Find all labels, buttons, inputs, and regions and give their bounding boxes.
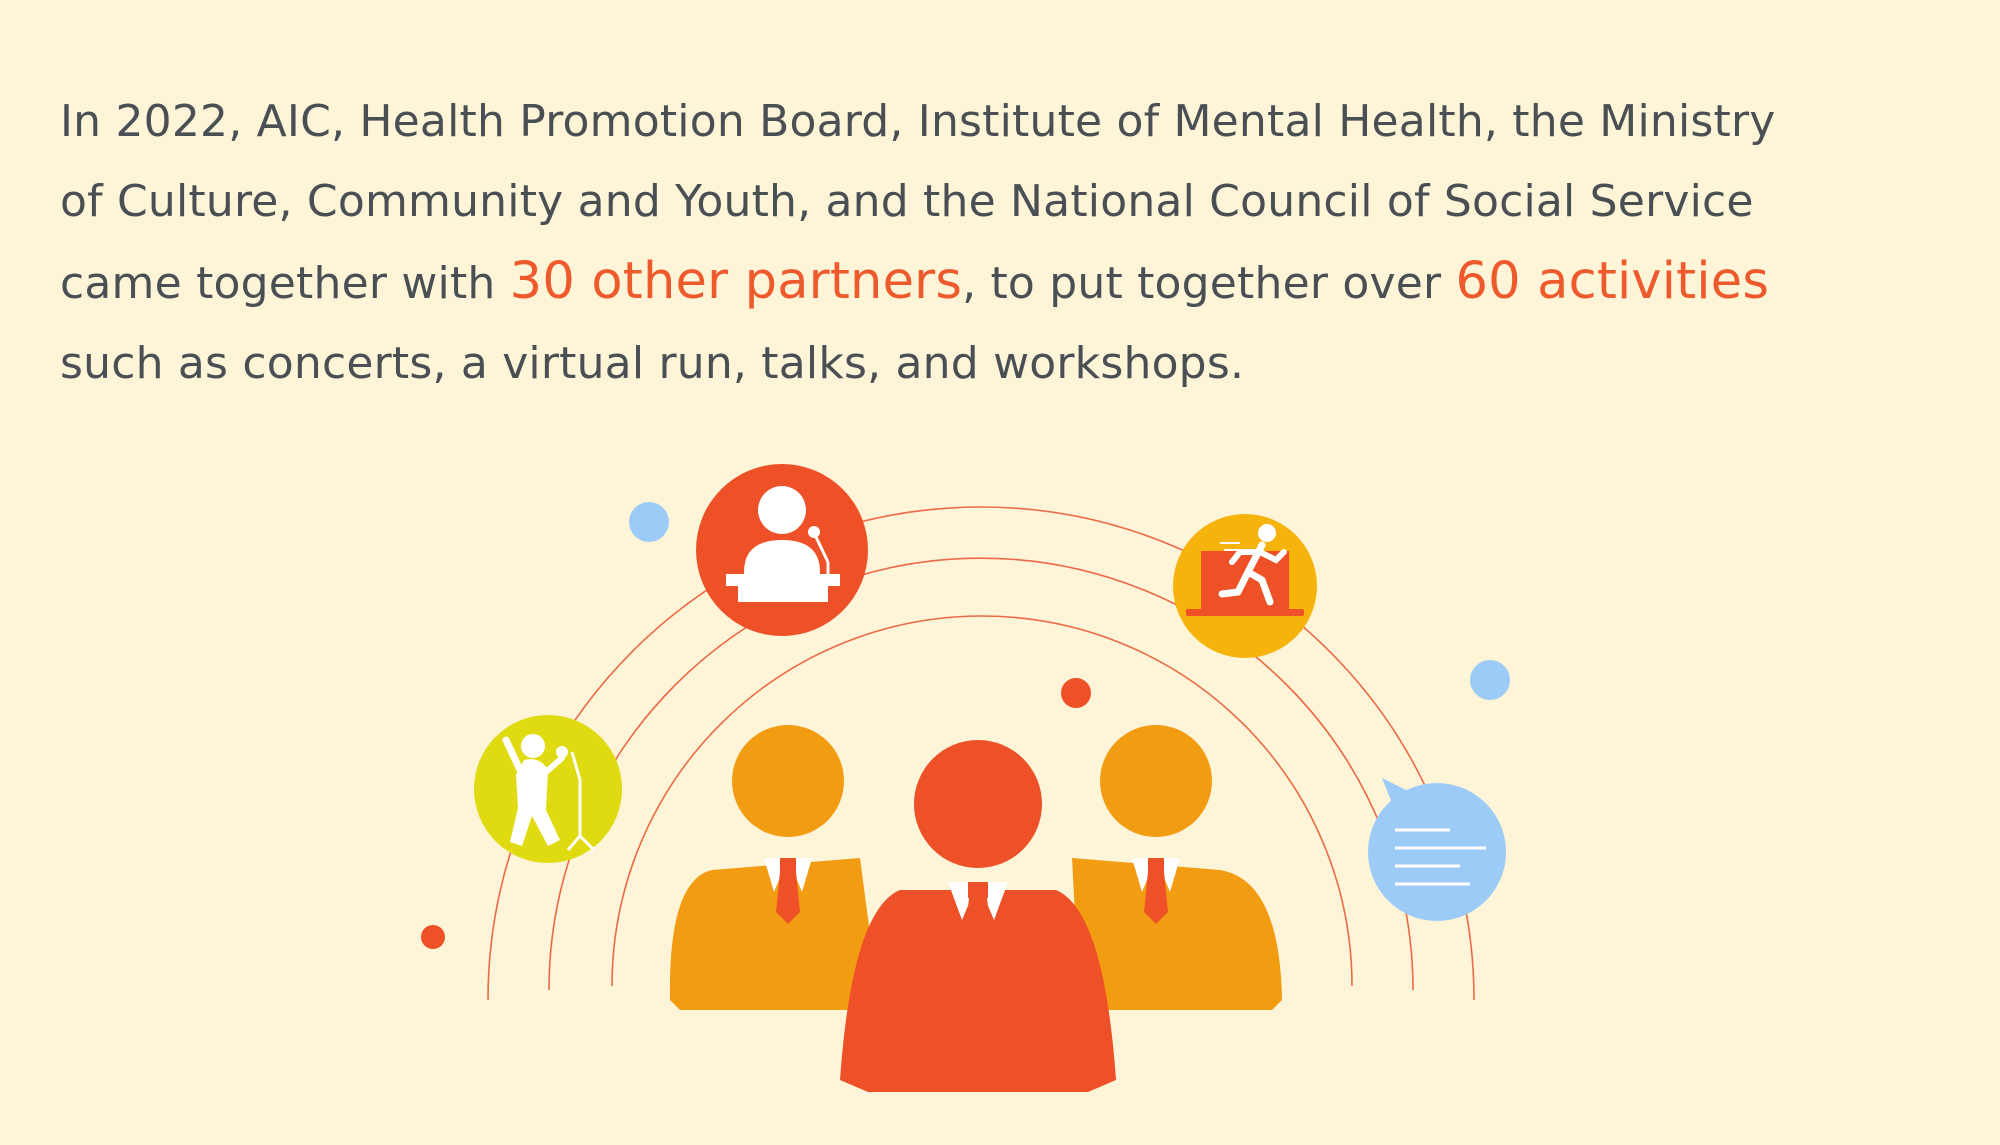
virtual-run-laptop-icon	[1173, 514, 1317, 658]
red-dot-left	[421, 925, 445, 949]
team-people-icon	[669, 725, 1282, 1092]
singer-microphone-icon	[474, 715, 622, 863]
blue-dot-right	[1470, 660, 1510, 700]
community-illustration	[421, 464, 1510, 1092]
blue-dot-left	[629, 502, 669, 542]
red-dot-center	[1061, 678, 1091, 708]
speaker-podium-icon	[696, 464, 868, 636]
chat-bubble-icon	[1368, 778, 1506, 921]
